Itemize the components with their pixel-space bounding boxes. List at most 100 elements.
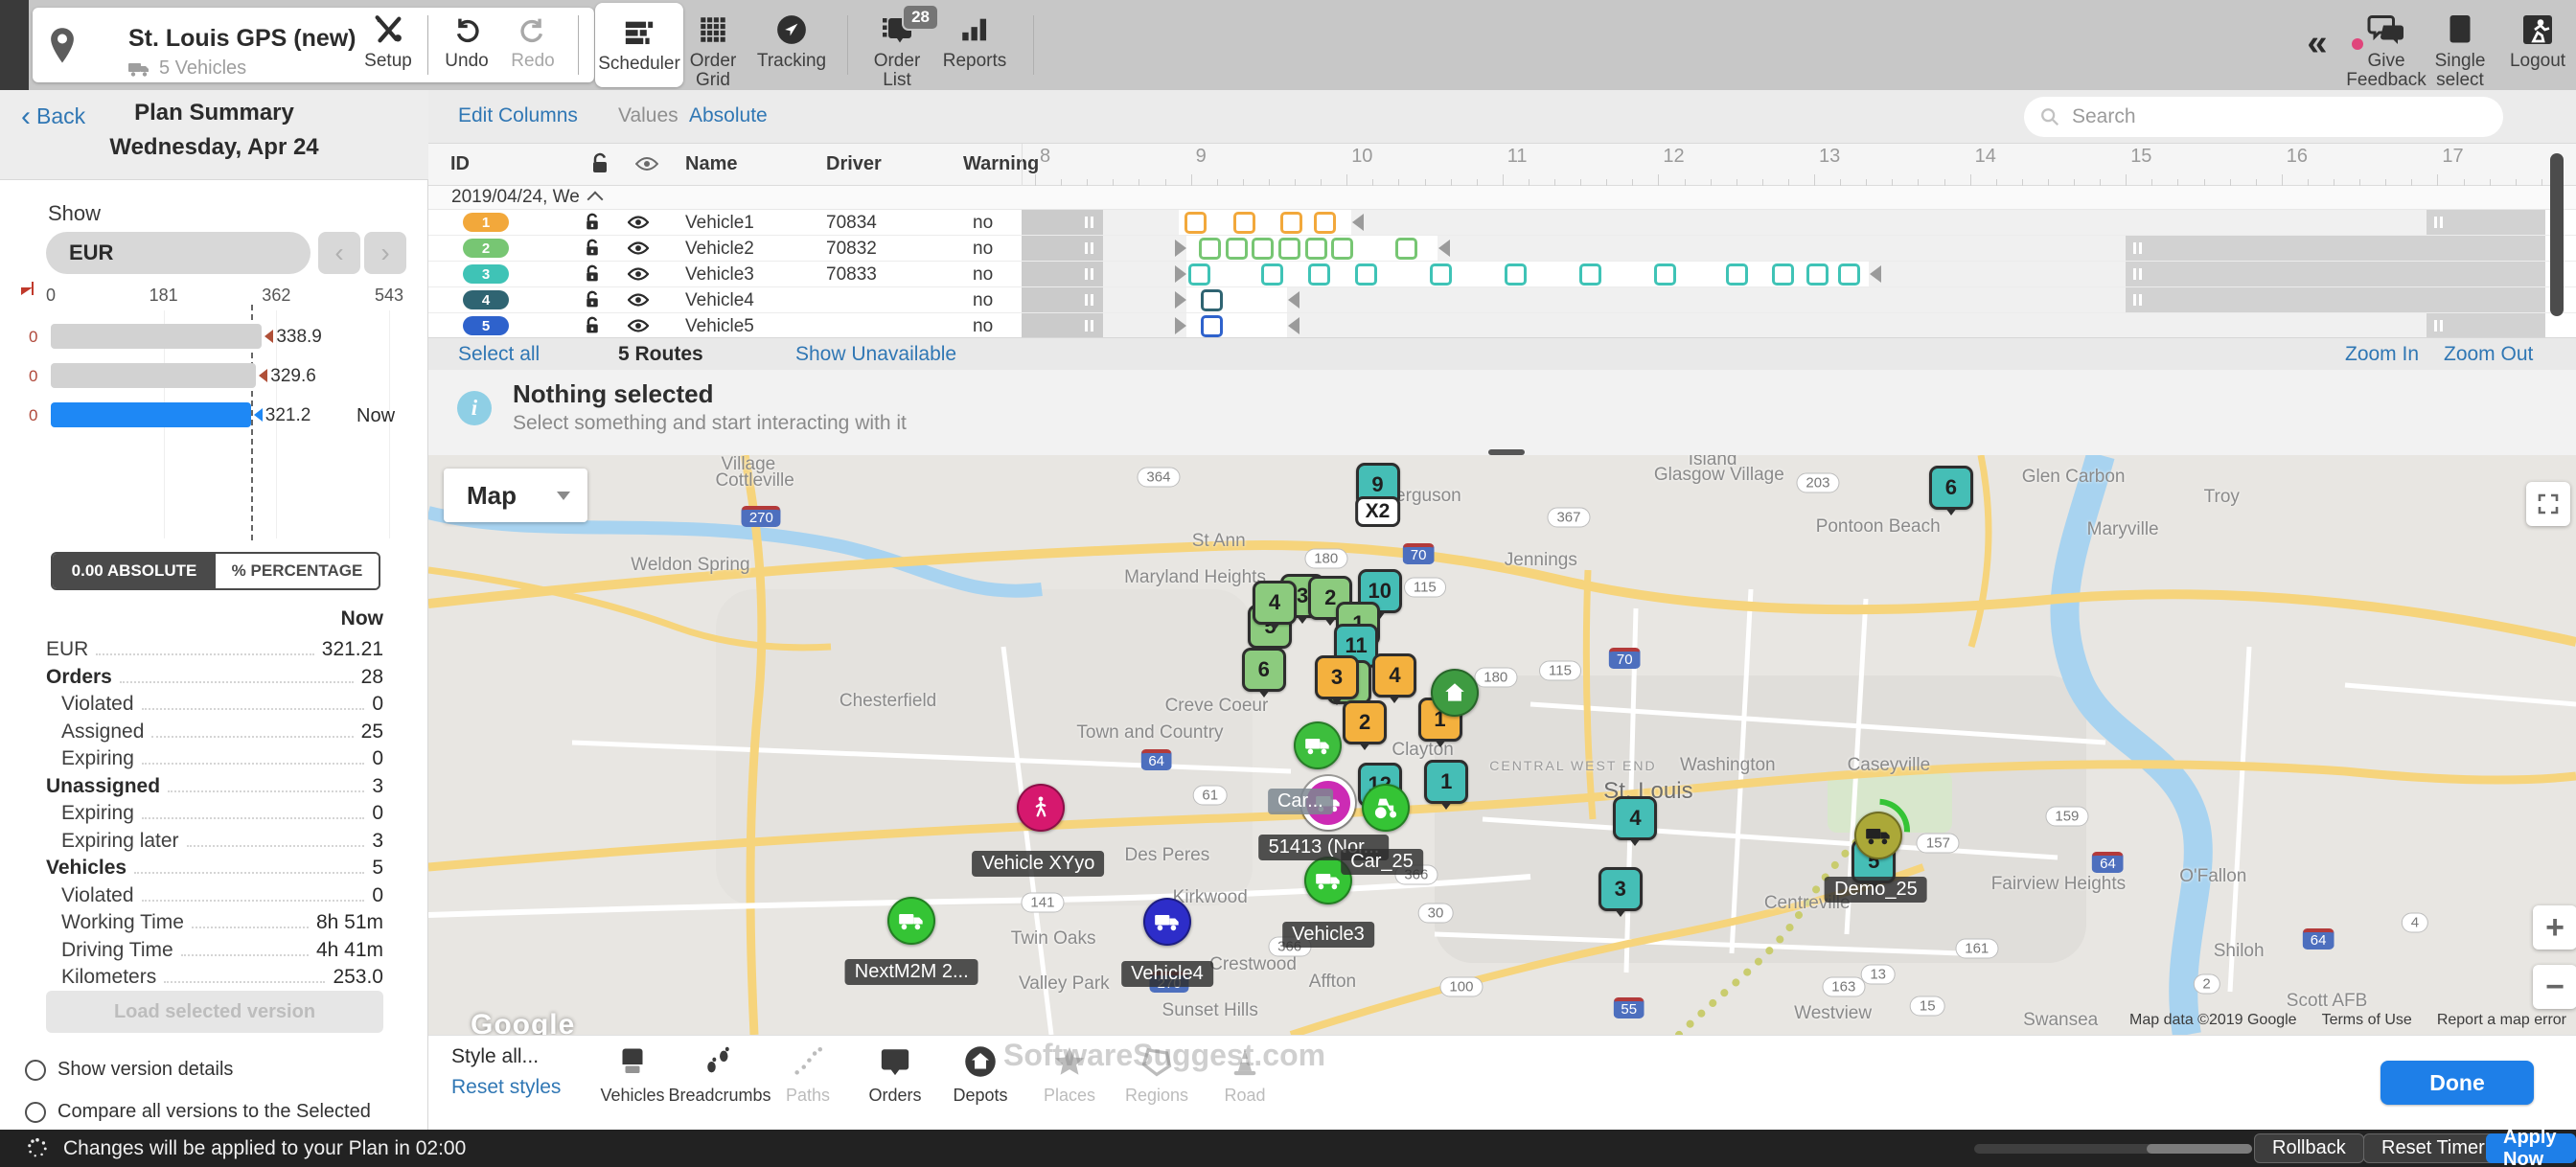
order-marker[interactable]: 2 bbox=[1343, 700, 1387, 744]
route-timeline-lane[interactable] bbox=[1022, 287, 2545, 312]
edit-columns-link[interactable]: Edit Columns bbox=[458, 104, 578, 127]
terms-of-use-link[interactable]: Terms of Use bbox=[2322, 1012, 2412, 1029]
order-marker[interactable]: 6 bbox=[1929, 466, 1973, 510]
absolute-dropdown[interactable]: Absolute bbox=[689, 104, 768, 127]
order-stop-marker[interactable] bbox=[1838, 263, 1860, 286]
order-stop-marker[interactable] bbox=[1395, 238, 1417, 260]
vehicle-row[interactable]: 3Vehicle370833no bbox=[428, 262, 2576, 287]
order-marker[interactable]: 3 bbox=[1598, 867, 1643, 911]
column-driver[interactable]: Driver bbox=[826, 153, 882, 175]
order-stop-marker[interactable] bbox=[1305, 238, 1327, 260]
toolbar-button-single-select[interactable]: Singleselect bbox=[2416, 0, 2504, 90]
route-timeline-lane[interactable] bbox=[1022, 210, 2545, 235]
metric-prev-button[interactable]: ‹ bbox=[318, 232, 360, 274]
order-stop-marker[interactable] bbox=[1280, 212, 1302, 234]
vertical-scrollbar[interactable] bbox=[2550, 153, 2564, 316]
vehicle-row[interactable]: 4Vehicle4no bbox=[428, 287, 2576, 313]
order-stop-marker[interactable] bbox=[1772, 263, 1794, 286]
lock-open-icon[interactable] bbox=[584, 213, 601, 237]
map-zoom-out-button[interactable]: − bbox=[2533, 965, 2576, 1009]
vehicle-marker[interactable] bbox=[1854, 812, 1902, 859]
toolbar-button-reports[interactable]: Reports bbox=[931, 0, 1019, 90]
reset-styles-link[interactable]: Reset styles bbox=[451, 1076, 561, 1099]
zoom-in-link[interactable]: Zoom In bbox=[2345, 343, 2419, 366]
vehicle-id-pill[interactable]: 4 bbox=[463, 290, 509, 309]
load-version-button[interactable]: Load selected version bbox=[46, 991, 383, 1033]
toolbar-button-setup[interactable]: Setup bbox=[344, 0, 432, 90]
order-stop-marker[interactable] bbox=[1308, 263, 1330, 286]
percentage-toggle-button[interactable]: % PERCENTAGE bbox=[216, 554, 379, 588]
order-stop-marker[interactable] bbox=[1806, 263, 1828, 286]
vehicle-marker[interactable] bbox=[887, 897, 935, 945]
layer-toggle-depots[interactable]: Depots bbox=[937, 1041, 1024, 1106]
done-button[interactable]: Done bbox=[2380, 1061, 2534, 1105]
eye-icon[interactable] bbox=[628, 292, 649, 312]
order-marker[interactable]: 4 bbox=[1253, 581, 1297, 625]
select-all-link[interactable]: Select all bbox=[458, 343, 540, 366]
order-stop-marker[interactable] bbox=[1355, 263, 1377, 286]
layer-toggle-paths[interactable]: Paths bbox=[765, 1041, 851, 1106]
toolbar-button-logout[interactable]: Logout bbox=[2494, 0, 2576, 90]
route-timeline-lane[interactable] bbox=[1022, 262, 2545, 286]
route-timeline-lane[interactable] bbox=[1022, 236, 2545, 261]
order-stop-marker[interactable] bbox=[1233, 212, 1255, 234]
eye-icon[interactable] bbox=[628, 215, 649, 235]
apply-now-button[interactable]: Apply Now bbox=[2486, 1133, 2576, 1163]
route-band[interactable] bbox=[1186, 262, 1869, 286]
style-all-label[interactable]: Style all... bbox=[451, 1045, 539, 1068]
vehicle-marker[interactable] bbox=[1143, 898, 1191, 946]
zoom-out-link[interactable]: Zoom Out bbox=[2444, 343, 2533, 366]
absolute-toggle-button[interactable]: 0.00 ABSOLUTE bbox=[53, 554, 216, 588]
order-stop-marker[interactable] bbox=[1654, 263, 1676, 286]
toolbar-button-order-grid[interactable]: OrderGrid bbox=[669, 0, 757, 90]
order-marker[interactable]: 4 bbox=[1613, 796, 1657, 840]
column-id[interactable]: ID bbox=[450, 153, 470, 175]
order-stop-marker[interactable] bbox=[1226, 238, 1248, 260]
order-marker[interactable]: 4 bbox=[1372, 653, 1416, 698]
fullscreen-button[interactable] bbox=[2526, 482, 2570, 526]
show-unavailable-link[interactable]: Show Unavailable bbox=[795, 343, 956, 366]
lock-open-icon[interactable] bbox=[584, 316, 601, 337]
vehicle-id-pill[interactable]: 3 bbox=[463, 264, 509, 284]
layer-toggle-orders[interactable]: Orders bbox=[852, 1041, 938, 1106]
order-stop-marker[interactable] bbox=[1726, 263, 1748, 286]
order-stop-marker[interactable] bbox=[1188, 263, 1210, 286]
order-marker[interactable]: 6 bbox=[1242, 648, 1286, 692]
toolbar-button-tracking[interactable]: Tracking bbox=[748, 0, 836, 90]
eye-icon[interactable] bbox=[635, 155, 658, 177]
vehicle-row[interactable]: 2Vehicle270832no bbox=[428, 236, 2576, 262]
order-stop-marker[interactable] bbox=[1261, 263, 1283, 286]
order-stop-marker[interactable] bbox=[1199, 238, 1221, 260]
eye-icon[interactable] bbox=[628, 266, 649, 286]
order-marker[interactable]: 1 bbox=[1424, 760, 1468, 804]
layer-toggle-regions[interactable]: Regions bbox=[1114, 1041, 1200, 1106]
map-canvas[interactable]: VillageCottlevilleWeldon SpringMaryland … bbox=[428, 455, 2576, 1035]
lock-open-icon[interactable] bbox=[584, 239, 601, 263]
order-stop-marker[interactable] bbox=[1201, 315, 1223, 337]
chart-bar[interactable] bbox=[51, 402, 251, 427]
vehicle-marker[interactable] bbox=[1294, 721, 1342, 769]
vehicle-id-pill[interactable]: 2 bbox=[463, 239, 509, 258]
tractor-marker[interactable] bbox=[1362, 784, 1410, 832]
vehicle-id-pill[interactable]: 5 bbox=[463, 316, 509, 335]
version-radio-option[interactable]: Show version details bbox=[25, 1059, 233, 1081]
order-stop-marker[interactable] bbox=[1579, 263, 1601, 286]
eye-icon[interactable] bbox=[628, 318, 649, 337]
map-zoom-in-button[interactable]: + bbox=[2533, 905, 2576, 950]
order-marker[interactable]: 3 bbox=[1315, 655, 1359, 699]
vehicle-id-pill[interactable]: 1 bbox=[463, 213, 509, 232]
lock-open-icon[interactable] bbox=[584, 264, 601, 288]
version-radio-option[interactable]: Compare all versions to the Selected bbox=[25, 1101, 371, 1123]
chart-bar[interactable] bbox=[51, 363, 256, 388]
report-error-link[interactable]: Report a map error bbox=[2437, 1012, 2566, 1029]
reset-timer-button[interactable]: Reset Timer bbox=[2363, 1133, 2503, 1163]
order-stop-marker[interactable] bbox=[1252, 238, 1274, 260]
order-stop-marker[interactable] bbox=[1184, 212, 1207, 234]
toolbar-button-order-list[interactable]: 28OrderList bbox=[853, 0, 941, 90]
layer-toggle-places[interactable]: Places bbox=[1026, 1041, 1113, 1106]
vehicle-row[interactable]: 1Vehicle170834no bbox=[428, 210, 2576, 236]
order-stop-marker[interactable] bbox=[1505, 263, 1527, 286]
stacked-orders-badge[interactable]: X2 bbox=[1355, 496, 1401, 527]
chart-bar[interactable] bbox=[51, 324, 262, 349]
layer-toggle-road[interactable]: Road bbox=[1202, 1041, 1288, 1106]
